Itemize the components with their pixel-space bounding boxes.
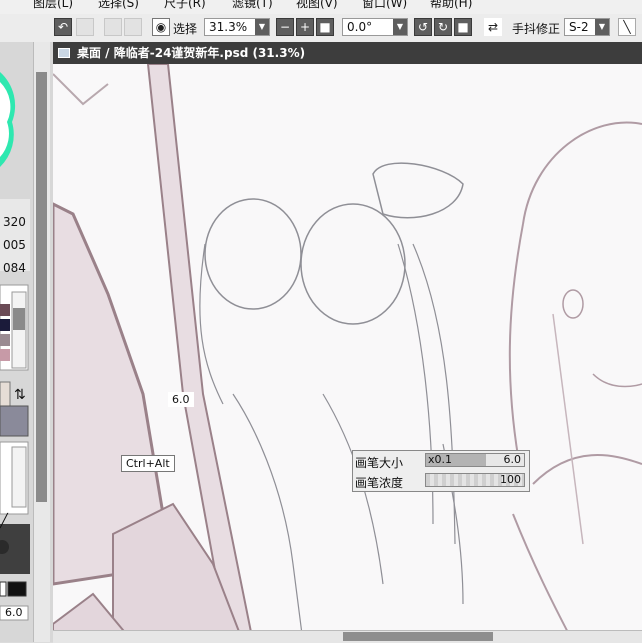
window-icon (58, 48, 70, 58)
brush-tool-icon[interactable]: ╱ (0, 514, 8, 529)
document-title: 桌面 / 降临者-24谨贺新年.psd (31.3%) (77, 46, 306, 60)
menu-filter[interactable]: 滤镜(T) (232, 0, 273, 11)
chevron-down-icon[interactable]: ▼ (595, 19, 609, 35)
menu-select[interactable]: 选择(S) (98, 0, 139, 11)
zoom-value: 31.3% (209, 20, 248, 34)
flip-horizontal-icon[interactable]: ⇄ (484, 18, 502, 36)
brush-density-label: 画笔浓度 (355, 476, 404, 490)
brush-settings-popup: 画笔大小 x0.1 6.0 画笔浓度 100 (352, 450, 530, 492)
menu-bar: 图层(L) 选择(S) 尺子(R) 滤镜(T) 视图(V) 窗口(W) 帮助(H… (0, 0, 642, 14)
menu-help[interactable]: 帮助(H) (430, 0, 472, 11)
eye-icon[interactable]: ◉ (152, 18, 170, 36)
brush-size-label: 画笔大小 (355, 456, 404, 470)
brush-size-field[interactable]: 6.0 (5, 606, 23, 619)
line-tool-icon[interactable]: ╲ (618, 18, 636, 36)
sketch-artwork (53, 64, 642, 642)
zoom-in-icon[interactable]: + (296, 18, 314, 36)
chevron-down-icon[interactable]: ▼ (255, 19, 269, 35)
deselect-icon[interactable] (104, 18, 122, 36)
brush-density-value: 100 (500, 473, 521, 486)
rotate-left-icon[interactable]: ↺ (414, 18, 432, 36)
scrollbar-thumb[interactable] (36, 72, 47, 502)
menu-layer[interactable]: 图层(L) (33, 0, 73, 11)
brush-size-slider[interactable]: x0.1 6.0 (425, 453, 525, 467)
color-value-1: 320 (3, 215, 26, 229)
cursor-size-label: 6.0 (168, 392, 194, 407)
horizontal-scrollbar-thumb[interactable] (343, 632, 493, 641)
brush-size-multiplier: x0.1 (428, 453, 453, 466)
brush-size-value: 6.0 (503, 453, 522, 466)
rotation-value: 0.0° (347, 20, 373, 34)
toolbar: ↶ ◉ 选择 31.3% ▼ − + ■ 0.0° ▼ ↺ ↻ ■ ⇄ 手抖修正… (0, 14, 642, 43)
rotate-reset-icon[interactable]: ■ (454, 18, 472, 36)
menu-ruler[interactable]: 尺子(R) (164, 0, 206, 11)
rotation-combo[interactable]: 0.0° ▼ (342, 18, 408, 36)
menu-window[interactable]: 窗口(W) (362, 0, 407, 11)
drawing-canvas[interactable] (53, 64, 642, 642)
stabilizer-combo[interactable]: S-2 ▼ (564, 18, 610, 36)
zoom-out-icon[interactable]: − (276, 18, 294, 36)
invert-selection-icon[interactable] (124, 18, 142, 36)
shortcut-tooltip: Ctrl+Alt (121, 455, 175, 472)
brush-density-slider[interactable]: 100 (425, 473, 525, 487)
zoom-reset-icon[interactable]: ■ (316, 18, 334, 36)
color-value-3: 084 (3, 261, 26, 275)
chevron-down-icon[interactable]: ▼ (393, 19, 407, 35)
horizontal-scrollbar[interactable] (53, 630, 642, 643)
select-label: 选择 (173, 22, 198, 36)
swap-colors-icon[interactable]: ⇅ (14, 387, 26, 403)
menu-view[interactable]: 视图(V) (296, 0, 338, 11)
document-titlebar: 桌面 / 降临者-24谨贺新年.psd (31.3%) (53, 42, 642, 64)
panel-scrollbar[interactable] (33, 42, 50, 642)
color-value-2: 005 (3, 238, 26, 252)
redo-icon[interactable] (76, 18, 94, 36)
stabilizer-value: S-2 (569, 20, 589, 34)
zoom-combo[interactable]: 31.3% ▼ (204, 18, 270, 36)
rotate-right-icon[interactable]: ↻ (434, 18, 452, 36)
stabilizer-label: 手抖修正 (512, 22, 561, 36)
canvas-window: 桌面 / 降临者-24谨贺新年.psd (31.3%) (53, 42, 642, 642)
undo-icon[interactable]: ↶ (54, 18, 72, 36)
